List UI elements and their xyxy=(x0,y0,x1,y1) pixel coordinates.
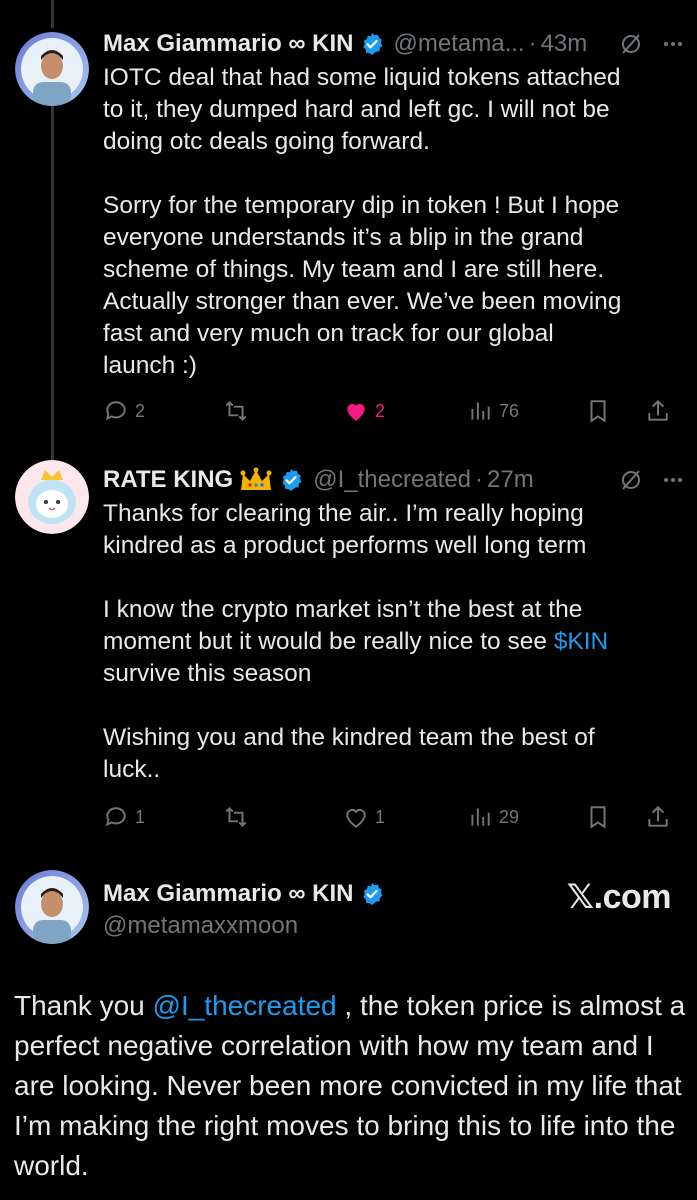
author-name[interactable]: RATE KING xyxy=(103,466,233,494)
timestamp[interactable]: 43m xyxy=(541,30,588,58)
main-tweet-text: Thank you @I_thecreated , the token pric… xyxy=(14,986,687,1186)
more-icon[interactable] xyxy=(661,32,685,56)
bookmark-button[interactable] xyxy=(585,398,645,424)
retweet-button[interactable] xyxy=(223,398,343,424)
more-icon[interactable] xyxy=(661,468,685,492)
grok-icon[interactable] xyxy=(619,468,643,492)
verified-badge-icon xyxy=(279,468,303,492)
tweet-line: fast and very much on track for our glob… xyxy=(103,320,554,347)
tweet-1-text: IOTC deal that had some liquid tokens at… xyxy=(103,62,685,382)
tweet-line: doing otc deals going forward. xyxy=(103,128,430,155)
author-name[interactable]: Max Giammario ∞ KIN xyxy=(103,880,354,908)
tweet-line: I know the crypto market isn’t the best … xyxy=(103,596,583,623)
timestamp[interactable]: 27m xyxy=(487,466,534,494)
tweet-line: IOTC deal that had some liquid tokens at… xyxy=(103,64,621,91)
reply-icon xyxy=(105,401,126,421)
views-icon xyxy=(471,808,490,826)
avatar-rate-king[interactable] xyxy=(15,460,89,534)
author-name[interactable]: Max Giammario ∞ KIN xyxy=(103,30,354,58)
tweet-line: to it, they dumped hard and left gc. I w… xyxy=(103,96,610,123)
tweet-line: survive this season xyxy=(103,660,312,687)
avatar-max-main[interactable] xyxy=(15,870,89,944)
views-button[interactable]: 29 xyxy=(467,804,585,830)
tweet-2-header: RATE KING @I_thecreated · 27m xyxy=(103,462,685,498)
like-icon xyxy=(346,809,366,828)
bookmark-icon xyxy=(590,806,606,829)
author-handle[interactable]: @I_thecreated xyxy=(313,466,471,494)
tweet-line: launch :) xyxy=(103,352,197,379)
tweet-1-header: Max Giammario ∞ KIN @metama... · 43m xyxy=(103,26,685,62)
reply-count: 2 xyxy=(135,400,146,421)
tweet-2-actions: 1 1 29 xyxy=(103,804,675,830)
retweet-icon xyxy=(225,400,247,422)
views-count: 29 xyxy=(499,806,520,827)
tweet-text: Thank you xyxy=(14,990,153,1021)
bookmark-button[interactable] xyxy=(585,804,645,830)
avatar-max[interactable] xyxy=(15,32,89,106)
like-count: 1 xyxy=(375,806,386,827)
tweet-line: kindred as a product performs well long … xyxy=(103,532,587,559)
views-count: 76 xyxy=(499,400,520,421)
bookmark-icon xyxy=(590,400,606,423)
author-handle[interactable]: @metama... xyxy=(394,30,525,58)
tweet-line: Thanks for clearing the air.. I’m really… xyxy=(103,500,584,527)
like-button[interactable]: 2 xyxy=(343,398,467,424)
like-count: 2 xyxy=(375,400,386,421)
thread-line-top xyxy=(51,0,54,28)
reply-button[interactable]: 2 xyxy=(103,398,223,424)
tweet-line: Wishing you and the kindred team the bes… xyxy=(103,724,595,751)
tweet-1[interactable]: Max Giammario ∞ KIN @metama... · 43m IOT… xyxy=(103,26,685,382)
grok-icon[interactable] xyxy=(619,32,643,56)
separator-dot: · xyxy=(475,466,484,493)
tweet-2[interactable]: RATE KING @I_thecreated · 27m Thanks for… xyxy=(103,462,685,786)
tweet-line: Sorry for the temporary dip in token ! B… xyxy=(103,192,620,219)
separator-dot: · xyxy=(528,30,537,57)
retweet-icon xyxy=(225,806,247,828)
like-button[interactable]: 1 xyxy=(343,804,467,830)
share-icon xyxy=(648,399,668,421)
share-button[interactable] xyxy=(645,398,671,424)
tweet-line: Actually stronger than ever. We’ve been … xyxy=(103,288,622,315)
thread-line-mid xyxy=(51,105,54,460)
reply-count: 1 xyxy=(135,806,146,827)
tweet-line: scheme of things. My team and I are stil… xyxy=(103,256,605,283)
crown-icon xyxy=(239,466,273,494)
tweet-2-text: Thanks for clearing the air.. I’m really… xyxy=(103,498,685,786)
like-icon xyxy=(347,403,365,421)
tweet-text: moment but it would be really nice to se… xyxy=(103,628,554,655)
x-com-watermark: 𝕏.com xyxy=(566,878,672,916)
tweet-1-actions: 2 2 76 xyxy=(103,398,675,424)
tweet-line: luck.. xyxy=(103,756,161,783)
verified-badge-icon xyxy=(360,882,384,906)
views-button[interactable]: 76 xyxy=(467,398,585,424)
tweet-line: everyone understands it’s a blip in the … xyxy=(103,224,584,251)
share-icon xyxy=(648,805,668,827)
reply-button[interactable]: 1 xyxy=(103,804,223,830)
verified-badge-icon xyxy=(360,32,384,56)
retweet-button[interactable] xyxy=(223,804,343,830)
tweet-line: moment but it would be really nice to se… xyxy=(103,626,685,658)
reply-icon xyxy=(105,807,126,827)
views-icon xyxy=(471,402,490,420)
cashtag-link[interactable]: $KIN xyxy=(554,628,608,655)
mention-link[interactable]: @I_thecreated xyxy=(153,990,337,1021)
share-button[interactable] xyxy=(645,804,671,830)
